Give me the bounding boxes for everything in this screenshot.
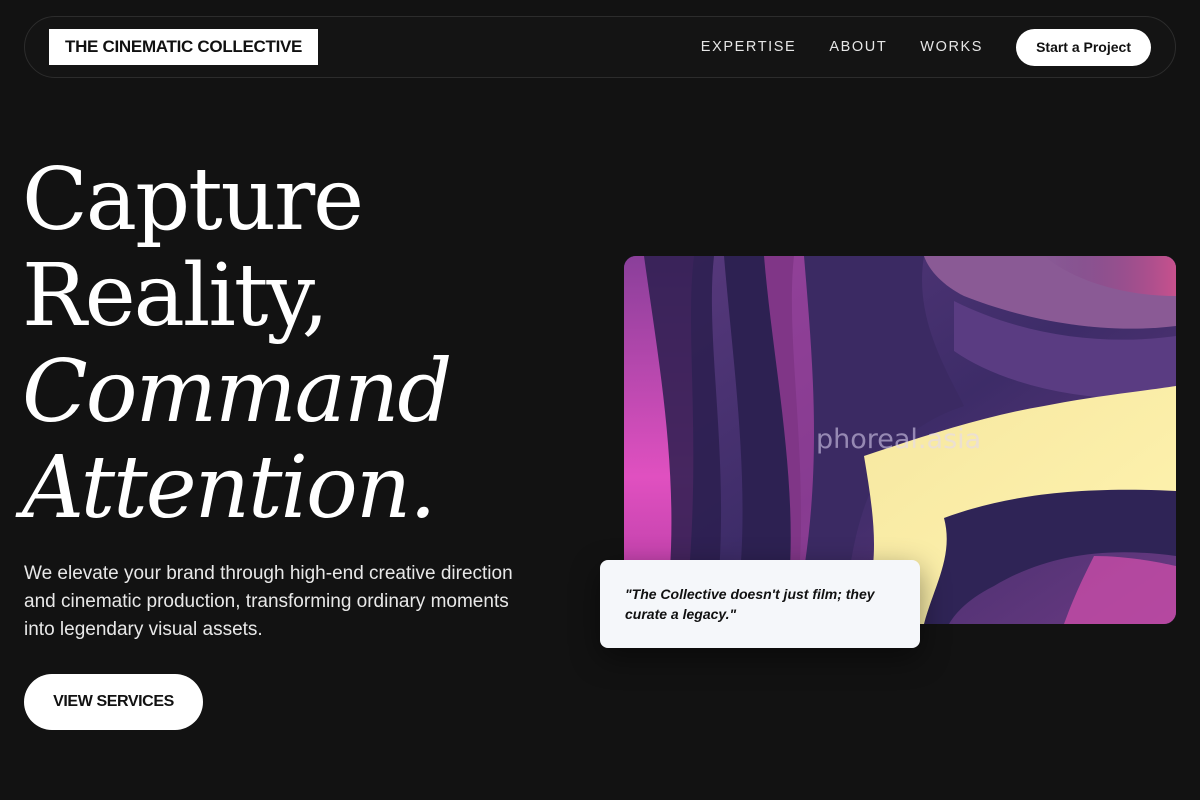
testimonial-quote: "The Collective doesn't just film; they …: [625, 586, 875, 622]
page: THE CINEMATIC COLLECTIVE EXPERTISE ABOUT…: [0, 0, 1200, 800]
site-logo[interactable]: THE CINEMATIC COLLECTIVE: [49, 29, 319, 65]
hero-title-line-4: Attention.: [22, 438, 437, 538]
main-navigation: EXPERTISE ABOUT WORKS Start a Project: [701, 28, 1151, 66]
nav-link-expertise[interactable]: EXPERTISE: [701, 39, 797, 55]
hero-title-line-2: Reality,: [22, 246, 329, 346]
start-project-button[interactable]: Start a Project: [1016, 28, 1151, 66]
view-services-button[interactable]: VIEW SERVICES: [24, 674, 203, 730]
hero-description: We elevate your brand through high-end c…: [24, 563, 513, 640]
nav-link-works[interactable]: WORKS: [920, 39, 983, 55]
hero-title: Capture Reality, Command Attention.: [22, 150, 452, 538]
hero-title-line-3: Command: [22, 342, 452, 442]
hero-title-line-1: Capture: [22, 150, 364, 250]
header-nav-bar: THE CINEMATIC COLLECTIVE EXPERTISE ABOUT…: [24, 16, 1176, 78]
testimonial-card: "The Collective doesn't just film; they …: [600, 560, 920, 648]
watermark-text: phoreal.asia: [816, 424, 982, 455]
nav-link-about[interactable]: ABOUT: [829, 39, 887, 55]
